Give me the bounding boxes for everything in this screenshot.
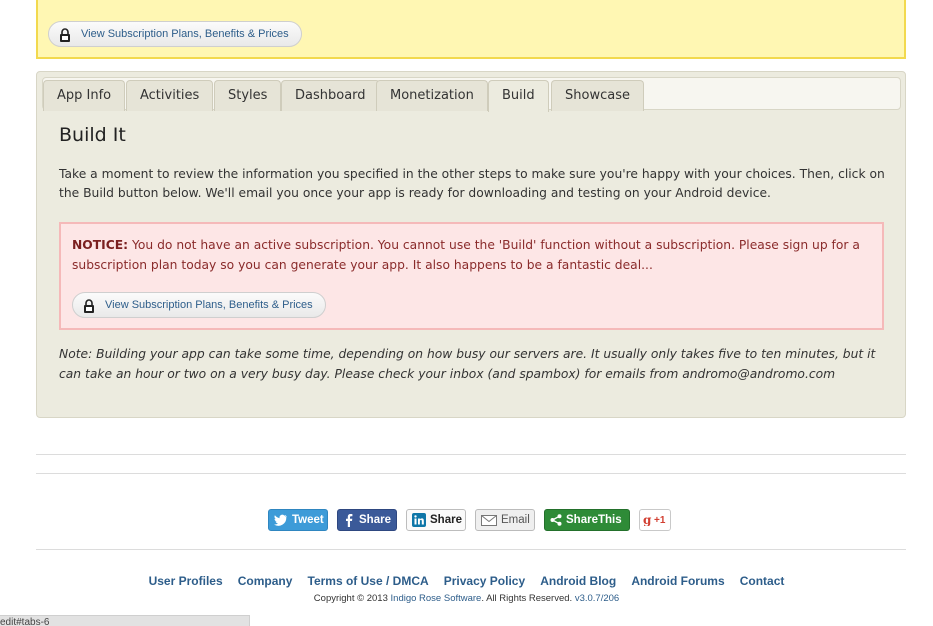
divider — [36, 454, 906, 455]
notice-text: You do not have an active subscription. … — [72, 238, 860, 272]
subscription-error-notice: NOTICE: You do not have an active subscr… — [59, 222, 884, 330]
tab-dashboard[interactable]: Dashboard — [281, 80, 380, 111]
subscription-notice-banner: View Subscription Plans, Benefits & Pric… — [36, 0, 906, 59]
facebook-share-label: Share — [359, 514, 391, 526]
view-plans-button[interactable]: View Subscription Plans, Benefits & Pric… — [48, 21, 302, 47]
build-time-note: Note: Building your app can take some ti… — [59, 347, 876, 381]
tab-build[interactable]: Build — [488, 80, 549, 112]
view-plans-button-notice[interactable]: View Subscription Plans, Benefits & Pric… — [72, 292, 326, 318]
tab-showcase[interactable]: Showcase — [551, 80, 644, 111]
linkedin-share-label: Share — [430, 514, 462, 526]
intro-text: Take a moment to review the information … — [59, 167, 885, 200]
footer-link-android-forums[interactable]: Android Forums — [631, 574, 724, 588]
linkedin-share-button[interactable]: Share — [406, 509, 466, 531]
browser-status-bar: edit#tabs-6 — [0, 615, 250, 626]
footer-nav: User Profiles Company Terms of Use / DMC… — [0, 570, 933, 589]
tab-activities[interactable]: Activities — [126, 80, 214, 111]
google-plus-icon: g — [643, 514, 652, 526]
page-title: Build It — [59, 124, 126, 146]
tweet-button[interactable]: Tweet — [268, 509, 328, 531]
tab-app-info[interactable]: App Info — [43, 80, 126, 111]
copyright-prefix: Copyright © 2013 — [313, 593, 388, 604]
notice-label: NOTICE: — [72, 238, 129, 252]
footer-link-contact[interactable]: Contact — [740, 574, 785, 588]
copyright: Copyright © 2013 Indigo Rose Software. A… — [0, 593, 933, 604]
company-link[interactable]: Indigo Rose Software — [391, 593, 482, 604]
notice-message: NOTICE: You do not have an active subscr… — [72, 235, 872, 275]
footer-link-android-blog[interactable]: Android Blog — [540, 574, 616, 588]
tab-styles[interactable]: Styles — [214, 80, 282, 111]
sharethis-label: ShareThis — [566, 514, 622, 526]
footer-link-privacy[interactable]: Privacy Policy — [444, 574, 525, 588]
envelope-icon — [481, 514, 497, 526]
footer-link-terms[interactable]: Terms of Use / DMCA — [308, 574, 429, 588]
tweet-label: Tweet — [292, 514, 324, 526]
view-plans-label: View Subscription Plans, Benefits & Pric… — [81, 28, 289, 40]
tab-monetization[interactable]: Monetization — [376, 80, 488, 111]
divider — [36, 473, 906, 474]
facebook-icon — [346, 514, 353, 527]
google-plus-label: +1 — [654, 514, 666, 526]
build-panel: App Info Activities Styles Dashboard Mon… — [36, 71, 906, 418]
version-link[interactable]: v3.0.7/206 — [575, 593, 619, 604]
lock-icon — [59, 27, 71, 42]
google-plus-button[interactable]: g +1 — [639, 509, 671, 531]
email-share-label: Email — [501, 514, 530, 526]
build-content: Build It Take a moment to review the inf… — [59, 124, 887, 203]
lock-icon — [83, 298, 95, 313]
share-icon — [550, 514, 562, 526]
view-plans-label: View Subscription Plans, Benefits & Pric… — [105, 299, 313, 311]
footer-link-user-profiles[interactable]: User Profiles — [149, 574, 223, 588]
copyright-suffix: . All Rights Reserved. — [481, 593, 573, 604]
tab-bar: App Info Activities Styles Dashboard Mon… — [42, 77, 901, 112]
footer-link-company[interactable]: Company — [238, 574, 293, 588]
twitter-icon — [274, 514, 287, 526]
email-share-button[interactable]: Email — [475, 509, 535, 531]
linkedin-icon — [412, 513, 426, 527]
facebook-share-button[interactable]: Share — [337, 509, 397, 531]
sharethis-button[interactable]: ShareThis — [544, 509, 630, 531]
svg-text:g: g — [643, 514, 652, 526]
divider — [36, 549, 906, 550]
